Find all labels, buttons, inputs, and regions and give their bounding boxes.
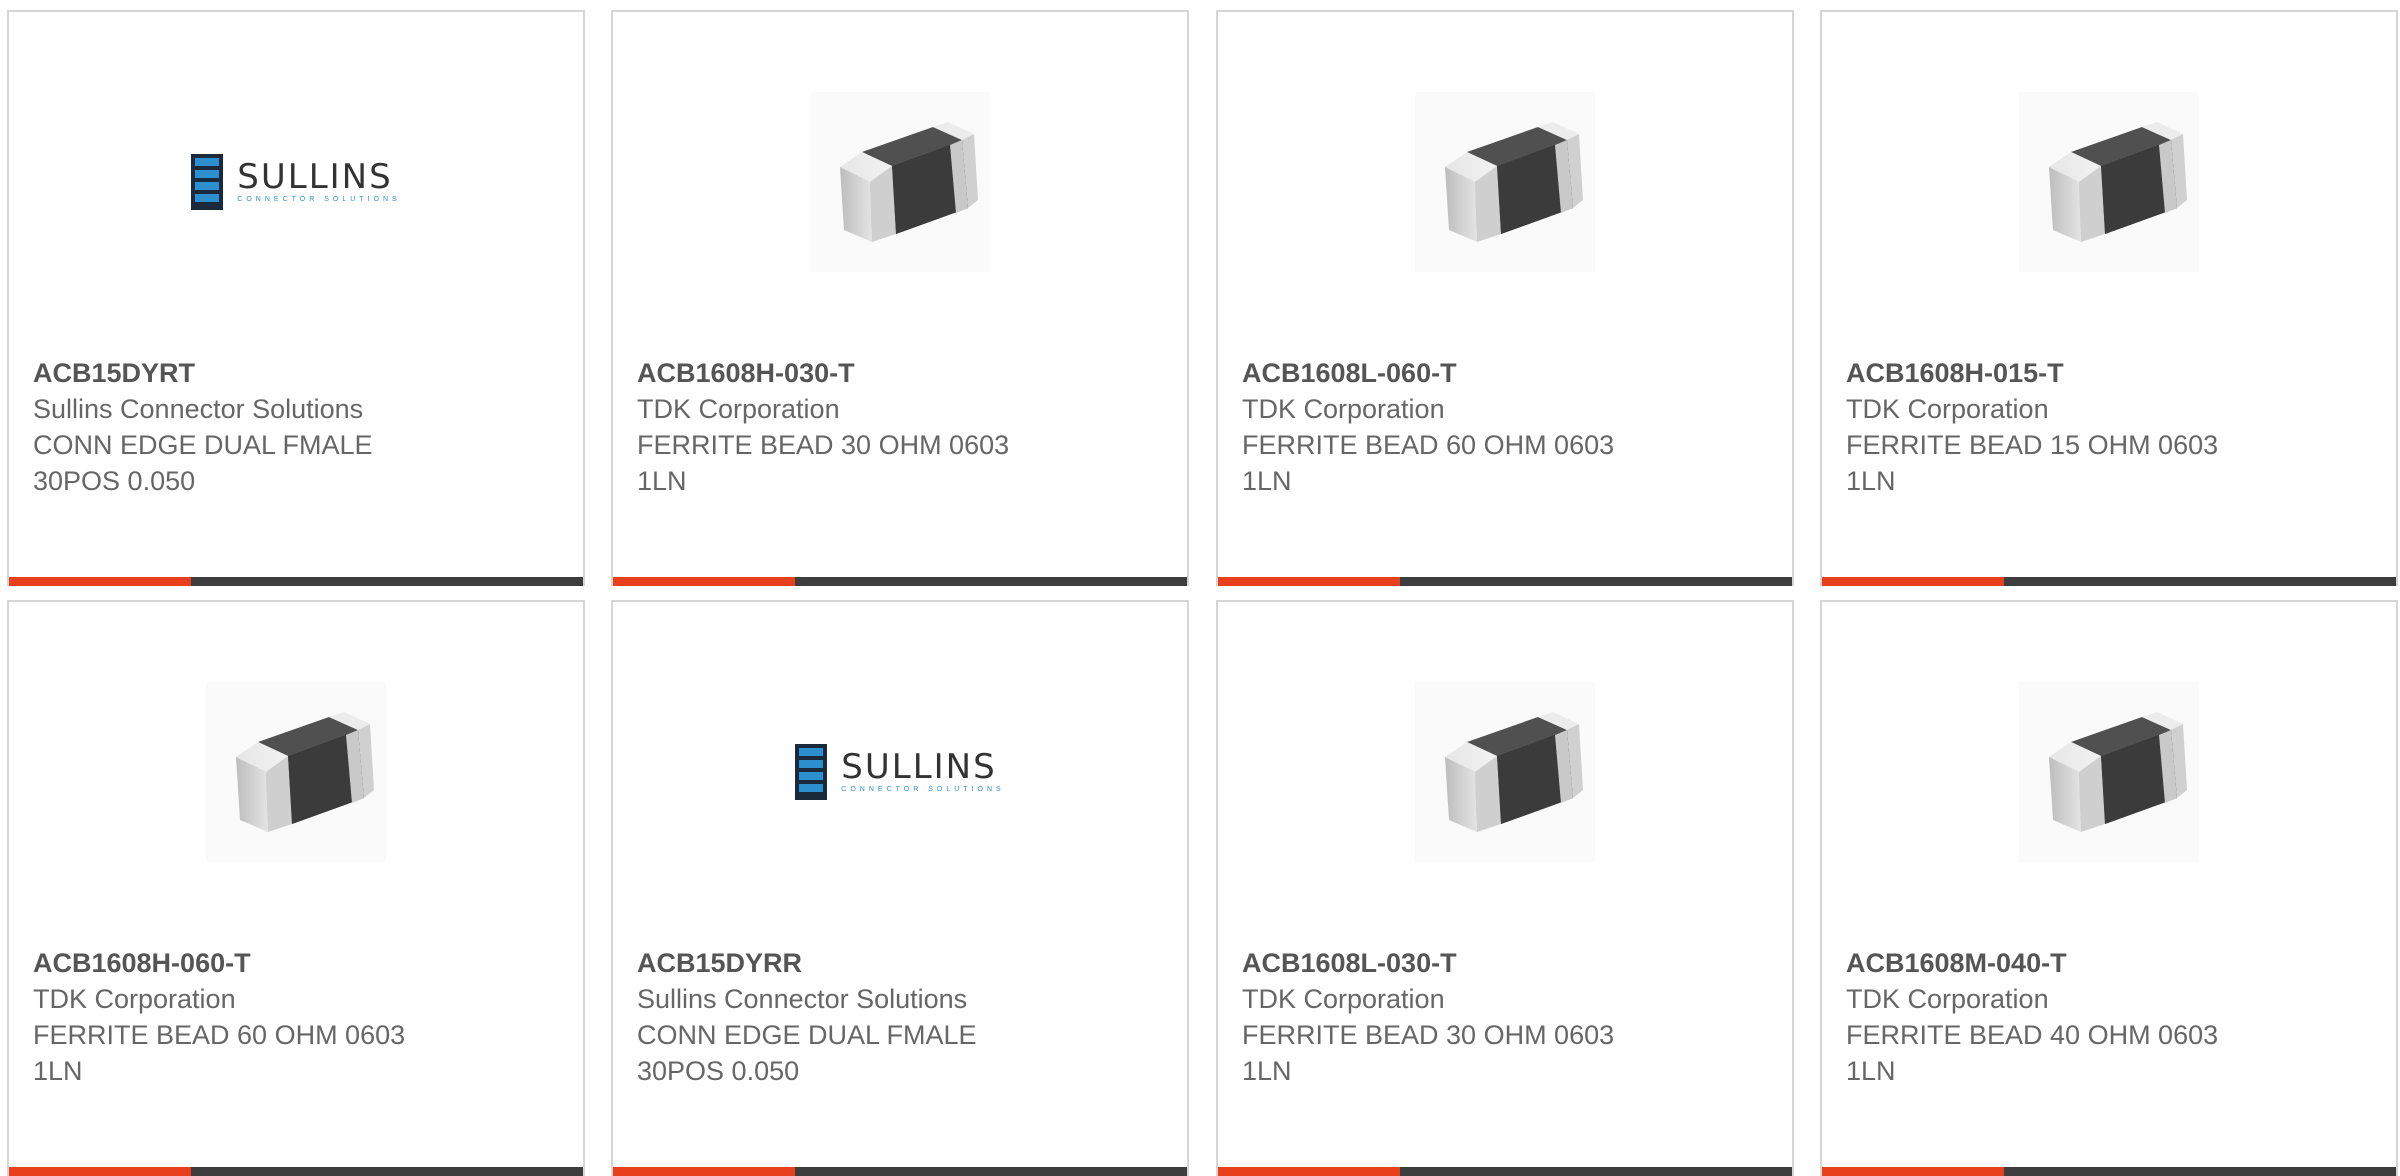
product-image[interactable] bbox=[9, 672, 583, 872]
manufacturer-name: TDK Corporation bbox=[33, 984, 236, 1014]
product-image[interactable] bbox=[1822, 82, 2396, 282]
product-info: ACB1608L-030-T TDK Corporation FERRITE B… bbox=[1242, 945, 1772, 1089]
product-description-line2: 1LN bbox=[33, 1056, 83, 1086]
ferrite-bead-chip-icon bbox=[810, 92, 990, 272]
card-dark-bar bbox=[2004, 1167, 2396, 1176]
manufacturer-name: TDK Corporation bbox=[1846, 394, 2049, 424]
product-description-line1: FERRITE BEAD 40 OHM 0603 bbox=[1846, 1020, 2219, 1050]
product-image[interactable]: SULLINS CONNECTOR SOLUTIONS bbox=[613, 672, 1187, 872]
ferrite-bead-chip-icon bbox=[1415, 682, 1595, 862]
sullins-logo-title: SULLINS bbox=[237, 157, 393, 197]
product-card[interactable]: ACB1608H-015-T TDK Corporation FERRITE B… bbox=[1820, 10, 2398, 586]
product-description-line1: CONN EDGE DUAL FMALE bbox=[637, 1020, 977, 1050]
part-number-link[interactable]: ACB1608M-040-T bbox=[1846, 945, 2376, 981]
card-dark-bar bbox=[191, 1167, 583, 1176]
product-info: ACB15DYRT Sullins Connector Solutions CO… bbox=[33, 355, 563, 499]
product-info: ACB1608H-015-T TDK Corporation FERRITE B… bbox=[1846, 355, 2376, 499]
product-description-line2: 1LN bbox=[1846, 466, 1896, 496]
card-accent-bar bbox=[1218, 577, 1400, 586]
card-accent-bar bbox=[1822, 577, 2004, 586]
card-accent-bar bbox=[1218, 1167, 1400, 1176]
card-accent-bar bbox=[613, 1167, 795, 1176]
card-dark-bar bbox=[1400, 577, 1792, 586]
part-number-link[interactable]: ACB15DYRR bbox=[637, 945, 1167, 981]
card-bottom-bar bbox=[1218, 577, 1792, 586]
product-image[interactable] bbox=[613, 82, 1187, 282]
product-description-line1: FERRITE BEAD 60 OHM 0603 bbox=[33, 1020, 406, 1050]
product-info: ACB1608L-060-T TDK Corporation FERRITE B… bbox=[1242, 355, 1772, 499]
product-card[interactable]: ACB1608H-060-T TDK Corporation FERRITE B… bbox=[7, 600, 585, 1176]
card-accent-bar bbox=[9, 1167, 191, 1176]
card-dark-bar bbox=[795, 577, 1187, 586]
sullins-logo-subtitle: CONNECTOR SOLUTIONS bbox=[237, 196, 401, 203]
part-number-link[interactable]: ACB1608H-015-T bbox=[1846, 355, 2376, 391]
card-accent-bar bbox=[9, 577, 191, 586]
card-dark-bar bbox=[191, 577, 583, 586]
sullins-logo-title: SULLINS bbox=[841, 747, 997, 787]
ferrite-bead-chip-icon bbox=[2019, 92, 2199, 272]
product-card[interactable]: ACB1608L-030-T TDK Corporation FERRITE B… bbox=[1216, 600, 1794, 1176]
product-description-line2: 1LN bbox=[637, 466, 687, 496]
part-number-link[interactable]: ACB1608L-060-T bbox=[1242, 355, 1772, 391]
product-grid: SULLINS CONNECTOR SOLUTIONS ACB15DYRT Su… bbox=[0, 0, 2400, 1176]
product-image[interactable] bbox=[1218, 672, 1792, 872]
product-description-line2: 1LN bbox=[1242, 1056, 1292, 1086]
card-dark-bar bbox=[2004, 577, 2396, 586]
card-bottom-bar bbox=[1822, 1167, 2396, 1176]
sullins-mark-icon bbox=[795, 744, 828, 800]
product-description-line2: 1LN bbox=[1846, 1056, 1896, 1086]
manufacturer-name: TDK Corporation bbox=[637, 394, 840, 424]
sullins-mark-icon bbox=[191, 154, 224, 210]
product-info: ACB1608H-060-T TDK Corporation FERRITE B… bbox=[33, 945, 563, 1089]
ferrite-bead-chip-icon bbox=[206, 682, 386, 862]
sullins-logo-subtitle: CONNECTOR SOLUTIONS bbox=[841, 786, 1005, 793]
product-description-line1: FERRITE BEAD 30 OHM 0603 bbox=[637, 430, 1010, 460]
product-description-line2: 30POS 0.050 bbox=[637, 1056, 800, 1086]
manufacturer-name: TDK Corporation bbox=[1242, 394, 1445, 424]
part-number-link[interactable]: ACB15DYRT bbox=[33, 355, 563, 391]
product-card[interactable]: SULLINS CONNECTOR SOLUTIONS ACB15DYRT Su… bbox=[7, 10, 585, 586]
product-description-line2: 1LN bbox=[1242, 466, 1292, 496]
product-description-line1: FERRITE BEAD 15 OHM 0603 bbox=[1846, 430, 2219, 460]
card-dark-bar bbox=[795, 1167, 1187, 1176]
card-bottom-bar bbox=[1218, 1167, 1792, 1176]
manufacturer-name: Sullins Connector Solutions bbox=[33, 394, 364, 424]
product-image[interactable]: SULLINS CONNECTOR SOLUTIONS bbox=[9, 82, 583, 282]
sullins-logo: SULLINS CONNECTOR SOLUTIONS bbox=[191, 154, 400, 210]
part-number-link[interactable]: ACB1608H-060-T bbox=[33, 945, 563, 981]
product-description-line2: 30POS 0.050 bbox=[33, 466, 196, 496]
ferrite-bead-chip-icon bbox=[2019, 682, 2199, 862]
card-bottom-bar bbox=[9, 1167, 583, 1176]
product-card[interactable]: ACB1608H-030-T TDK Corporation FERRITE B… bbox=[611, 10, 1189, 586]
ferrite-bead-chip-icon bbox=[1415, 92, 1595, 272]
product-description-line1: FERRITE BEAD 60 OHM 0603 bbox=[1242, 430, 1615, 460]
card-bottom-bar bbox=[613, 577, 1187, 586]
sullins-logo: SULLINS CONNECTOR SOLUTIONS bbox=[795, 744, 1004, 800]
card-accent-bar bbox=[1822, 1167, 2004, 1176]
manufacturer-name: TDK Corporation bbox=[1846, 984, 2049, 1014]
manufacturer-name: Sullins Connector Solutions bbox=[637, 984, 968, 1014]
part-number-link[interactable]: ACB1608L-030-T bbox=[1242, 945, 1772, 981]
product-card[interactable]: ACB1608M-040-T TDK Corporation FERRITE B… bbox=[1820, 600, 2398, 1176]
card-accent-bar bbox=[613, 577, 795, 586]
product-card[interactable]: ACB1608L-060-T TDK Corporation FERRITE B… bbox=[1216, 10, 1794, 586]
product-info: ACB1608M-040-T TDK Corporation FERRITE B… bbox=[1846, 945, 2376, 1089]
product-image[interactable] bbox=[1218, 82, 1792, 282]
card-dark-bar bbox=[1400, 1167, 1792, 1176]
product-image[interactable] bbox=[1822, 672, 2396, 872]
card-bottom-bar bbox=[1822, 577, 2396, 586]
product-card[interactable]: SULLINS CONNECTOR SOLUTIONS ACB15DYRR Su… bbox=[611, 600, 1189, 1176]
part-number-link[interactable]: ACB1608H-030-T bbox=[637, 355, 1167, 391]
manufacturer-name: TDK Corporation bbox=[1242, 984, 1445, 1014]
card-bottom-bar bbox=[9, 577, 583, 586]
product-info: ACB15DYRR Sullins Connector Solutions CO… bbox=[637, 945, 1167, 1089]
product-description-line1: CONN EDGE DUAL FMALE bbox=[33, 430, 373, 460]
product-description-line1: FERRITE BEAD 30 OHM 0603 bbox=[1242, 1020, 1615, 1050]
product-info: ACB1608H-030-T TDK Corporation FERRITE B… bbox=[637, 355, 1167, 499]
card-bottom-bar bbox=[613, 1167, 1187, 1176]
